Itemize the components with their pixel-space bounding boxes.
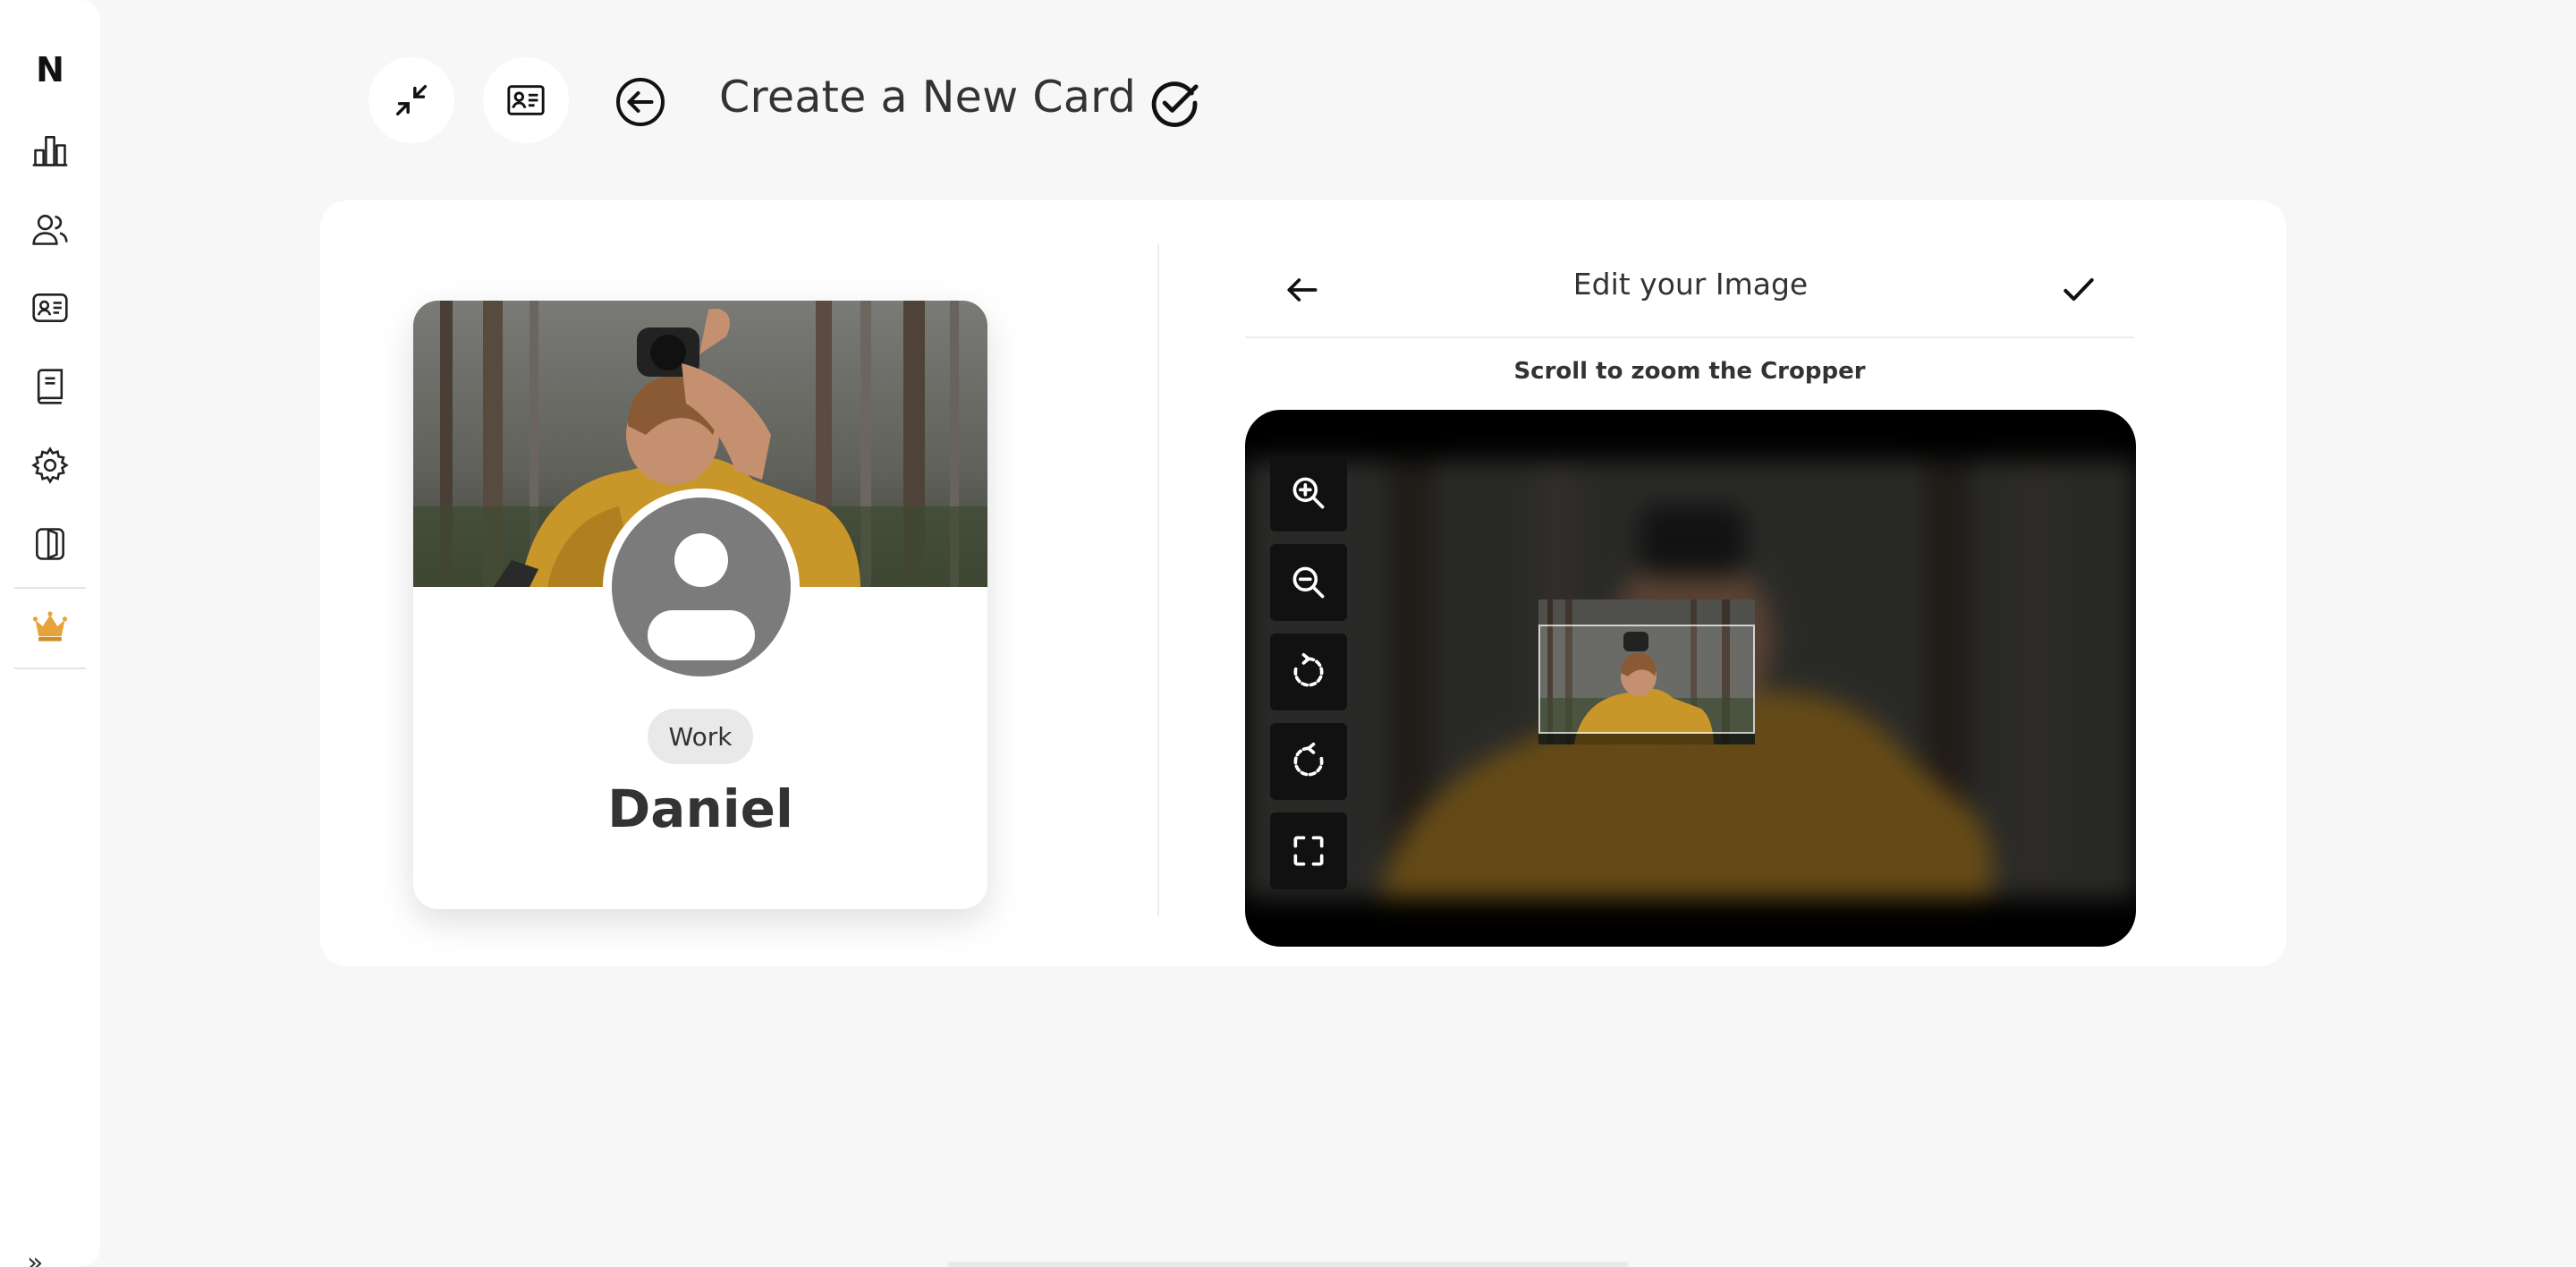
contact-card-icon [32, 293, 68, 322]
editor-title: Edit your Image [1572, 267, 1809, 302]
rotate-left-button[interactable] [1270, 723, 1347, 800]
sidebar-item-analytics[interactable] [25, 125, 75, 175]
sidebar-divider [14, 587, 86, 589]
editor-back-button[interactable] [1277, 265, 1327, 315]
editor-hint: Scroll to zoom the Cropper [1513, 358, 1866, 385]
arrow-left-icon [1287, 278, 1318, 302]
app-logo[interactable]: N [0, 50, 100, 89]
page-title: Create a New Card [719, 72, 1137, 123]
sidebar-item-contacts[interactable] [25, 204, 75, 254]
back-circle-icon [616, 78, 665, 126]
rotate-right-icon [1293, 652, 1324, 687]
rotate-left-icon [1293, 742, 1324, 777]
zoom-in-icon [1292, 477, 1325, 509]
sidebar-item-docs[interactable] [25, 361, 75, 412]
minimize-arrows-icon [395, 84, 428, 116]
zoom-out-icon [1292, 566, 1325, 599]
check-circle-icon [1151, 81, 1199, 127]
crop-area[interactable] [1538, 599, 1755, 744]
sidebar-item-settings[interactable] [25, 440, 75, 490]
card-tag[interactable]: Work [648, 709, 753, 764]
sidebar-item-premium[interactable] [25, 601, 75, 651]
editor-divider [1245, 336, 2134, 338]
door-icon [36, 528, 64, 560]
back-button[interactable] [612, 73, 669, 131]
crop-frame[interactable] [1538, 625, 1755, 734]
crown-icon [32, 611, 68, 642]
avatar-placeholder-icon [612, 497, 791, 676]
save-card-button[interactable] [1147, 75, 1202, 131]
zoom-out-button[interactable] [1270, 544, 1347, 621]
users-icon [32, 215, 68, 245]
rotate-right-button[interactable] [1270, 634, 1347, 710]
sidebar-item-cards[interactable] [25, 283, 75, 333]
book-icon [37, 369, 64, 404]
card-name: Daniel [607, 778, 793, 839]
gear-icon [31, 446, 69, 484]
sidebar: N » [0, 0, 100, 1267]
sidebar-item-logout[interactable] [25, 519, 75, 569]
panel-divider [1157, 243, 1159, 916]
bottom-scroll-indicator [948, 1262, 1628, 1267]
bar-chart-icon [32, 136, 68, 166]
checkmark-icon [2063, 277, 2094, 302]
sidebar-divider [14, 668, 86, 669]
image-cropper[interactable] [1245, 410, 2136, 947]
avatar[interactable] [603, 489, 800, 685]
editor-confirm-button[interactable] [2054, 265, 2104, 315]
minimize-button[interactable] [369, 57, 454, 143]
fit-frame-icon [1293, 836, 1324, 866]
id-card-icon [507, 85, 545, 115]
zoom-in-button[interactable] [1270, 455, 1347, 531]
card-view-button[interactable] [483, 57, 569, 143]
fit-frame-button[interactable] [1270, 812, 1347, 889]
sidebar-expand-button[interactable]: » [27, 1247, 43, 1267]
cropper-toolbar [1270, 455, 1347, 897]
